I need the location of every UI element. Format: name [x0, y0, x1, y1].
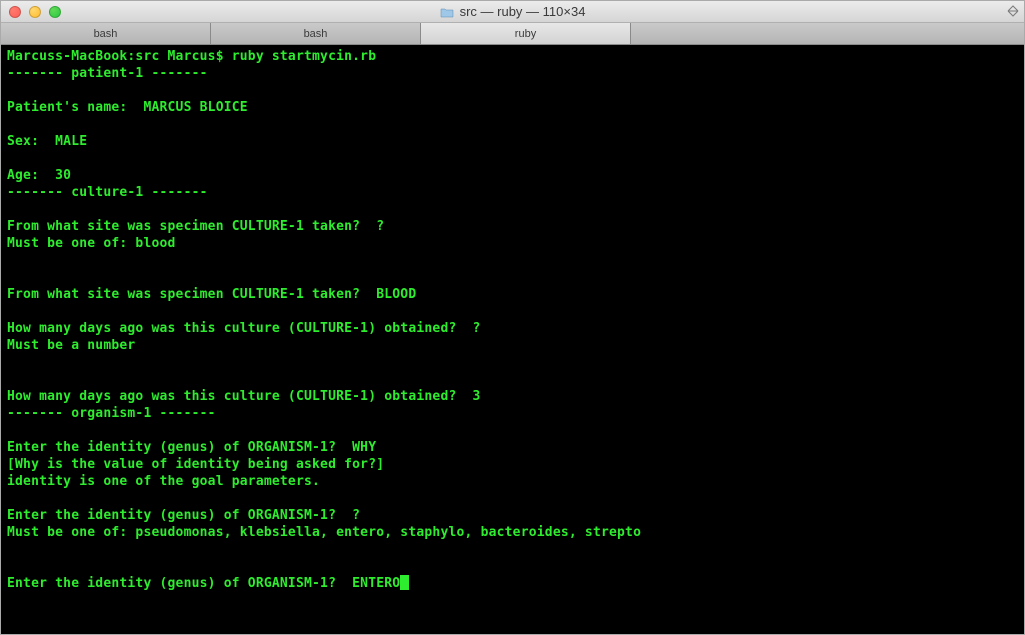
window-title-text: src — ruby — 110×34: [460, 4, 586, 19]
window-title: src — ruby — 110×34: [1, 4, 1024, 19]
tabbar: bash bash ruby: [1, 23, 1024, 45]
terminal-line: How many days ago was this culture (CULT…: [7, 389, 481, 404]
tab-ruby[interactable]: ruby: [421, 23, 631, 44]
tab-label: bash: [304, 28, 328, 40]
terminal-line: Enter the identity (genus) of ORGANISM-1…: [7, 508, 360, 523]
traffic-lights: [1, 6, 61, 18]
folder-icon: [440, 6, 454, 17]
terminal-line: Patient's name: MARCUS BLOICE: [7, 100, 248, 115]
terminal-line: From what site was specimen CULTURE-1 ta…: [7, 287, 416, 302]
terminal-line: Enter the identity (genus) of ORGANISM-1…: [7, 440, 376, 455]
terminal-line: Sex: MALE: [7, 134, 87, 149]
tab-bash-2[interactable]: bash: [211, 23, 421, 44]
terminal-line: identity is one of the goal parameters.: [7, 474, 320, 489]
terminal-line: Must be a number: [7, 338, 135, 353]
resize-icon[interactable]: [1006, 4, 1020, 18]
terminal-prompt: Marcuss-MacBook:src Marcus$: [7, 49, 232, 64]
terminal-line: From what site was specimen CULTURE-1 ta…: [7, 219, 384, 234]
maximize-button[interactable]: [49, 6, 61, 18]
terminal-command: ruby startmycin.rb: [232, 49, 376, 64]
terminal-line: Age: 30: [7, 168, 71, 183]
terminal-window: src — ruby — 110×34 bash bash ruby Marcu…: [0, 0, 1025, 635]
close-button[interactable]: [9, 6, 21, 18]
tab-label: bash: [94, 28, 118, 40]
terminal-line: ------- patient-1 -------: [7, 66, 208, 81]
terminal-line: Must be one of: pseudomonas, klebsiella,…: [7, 525, 641, 540]
minimize-button[interactable]: [29, 6, 41, 18]
terminal-content[interactable]: Marcuss-MacBook:src Marcus$ ruby startmy…: [1, 45, 1024, 634]
terminal-line: [Why is the value of identity being aske…: [7, 457, 384, 472]
terminal-cursor: [400, 575, 409, 590]
terminal-line: ------- culture-1 -------: [7, 185, 208, 200]
tabbar-empty: [631, 23, 1024, 44]
tab-label: ruby: [515, 28, 536, 40]
titlebar[interactable]: src — ruby — 110×34: [1, 1, 1024, 23]
terminal-line: ------- organism-1 -------: [7, 406, 216, 421]
terminal-line: How many days ago was this culture (CULT…: [7, 321, 481, 336]
tab-bash-1[interactable]: bash: [1, 23, 211, 44]
terminal-line: Must be one of: blood: [7, 236, 176, 251]
terminal-line: Enter the identity (genus) of ORGANISM-1…: [7, 576, 400, 591]
